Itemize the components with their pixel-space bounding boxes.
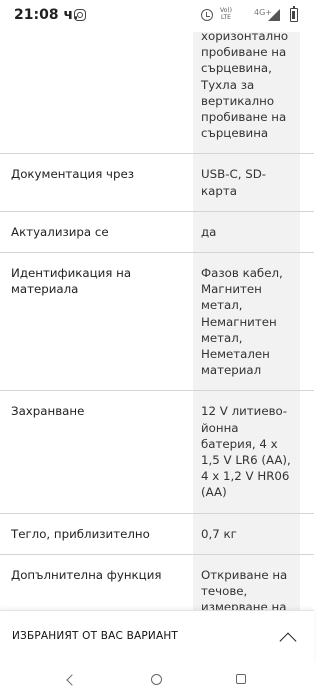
spec-label	[0, 20, 193, 153]
spec-label: Тегло, приблизително	[11, 526, 150, 541]
home-icon[interactable]	[151, 674, 162, 685]
back-icon[interactable]	[66, 674, 78, 686]
spec-value: хоризонтално пробиване на сърцевина, Тух…	[193, 20, 300, 154]
spec-label: Документация чрез	[11, 167, 135, 182]
spec-row: Захранване 12 V литиево-йонна батерия, 4…	[0, 391, 314, 514]
recents-icon[interactable]	[236, 674, 246, 684]
spec-label: Актуализира се	[11, 224, 109, 239]
navigation-bar	[0, 662, 314, 699]
spec-row: Актуализира се да	[0, 211, 314, 254]
status-time: 21:08 ч.	[14, 7, 79, 23]
selected-variant-bar[interactable]: ИЗБРАНИЯТ ОТ ВАС ВАРИАНТ	[0, 610, 314, 663]
spec-row: Тегло, приблизително 0,7 кг	[0, 513, 314, 555]
volte-icon: Vo)) LTE	[220, 7, 232, 21]
alarm-icon	[201, 9, 213, 21]
spec-value: 0,7 кг	[193, 513, 300, 554]
spec-value: Фазов кабел, Магнитен метал, Немагнитен …	[193, 253, 300, 391]
spec-value: да	[193, 211, 300, 253]
spec-value: 12 V литиево-йонна батерия, 4 x 1,5 V LR…	[193, 391, 300, 513]
spec-label: Захранване	[11, 404, 85, 419]
instagram-icon	[74, 9, 86, 21]
spec-row: хоризонтално пробиване на сърцевина, Тух…	[0, 20, 314, 155]
status-bar: 21:08 ч. Vo)) LTE 4G+	[0, 0, 314, 32]
spec-label: Идентификация на материала	[11, 266, 132, 297]
volte-line2: LTE	[221, 14, 231, 21]
specs-table: хоризонтално пробиване на сърцевина, Тух…	[0, 20, 314, 645]
spec-row: Идентификация на материала Фазов кабел, …	[0, 253, 314, 392]
battery-icon	[290, 6, 298, 22]
spec-value: USB-C, SD-карта	[193, 154, 300, 211]
spec-row: Документация чрез USB-C, SD-карта	[0, 154, 314, 212]
chevron-up-icon[interactable]	[279, 632, 297, 650]
volte-line1: Vo))	[220, 7, 232, 14]
selected-variant-label: ИЗБРАНИЯТ ОТ ВАС ВАРИАНТ	[12, 630, 179, 642]
signal-icon	[268, 9, 280, 21]
